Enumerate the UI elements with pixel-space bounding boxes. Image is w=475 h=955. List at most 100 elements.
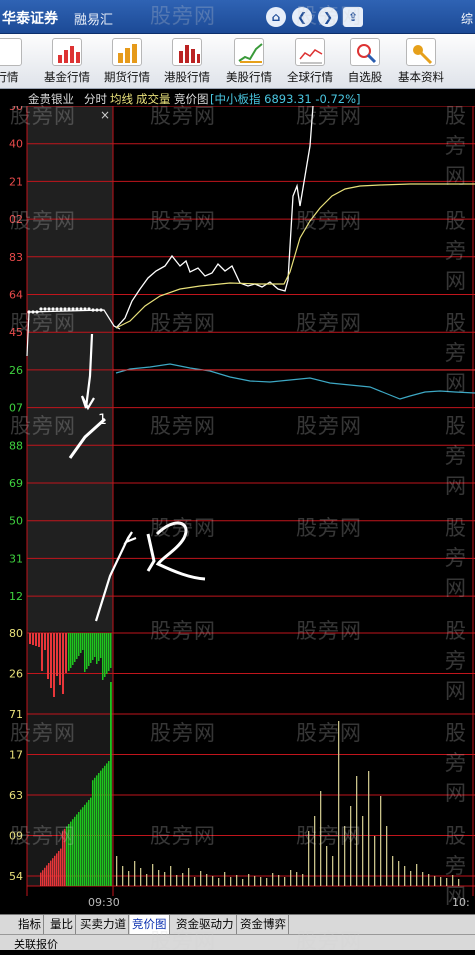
volume-bar — [62, 633, 64, 694]
menu-basic-info[interactable]: 基本资料 — [392, 36, 450, 88]
volume-bar — [98, 773, 100, 886]
upload-icon[interactable]: ⇪ — [343, 7, 363, 27]
volume-bar — [98, 633, 100, 661]
volume-bar — [278, 875, 280, 886]
volume-bar — [248, 874, 250, 886]
volume-bar — [200, 871, 202, 886]
watchlist-icon — [350, 38, 380, 66]
volume-bar — [344, 826, 346, 886]
volume-bar — [42, 870, 44, 886]
volume-bar — [86, 802, 88, 886]
volume-bar — [62, 831, 64, 886]
menu-hk[interactable]: 港股行情 — [158, 36, 216, 88]
tab-indicator[interactable]: 指标 — [16, 915, 44, 934]
volume-bar — [68, 824, 70, 886]
auction-price-point — [43, 307, 47, 311]
volume-bar — [58, 851, 60, 886]
volume-bar — [224, 872, 226, 886]
auction-price-point — [59, 307, 63, 311]
volume-bar — [65, 633, 67, 673]
tab-fund-game[interactable]: 资金博弈 — [238, 915, 289, 934]
home-icon[interactable]: ⌂ — [266, 7, 286, 27]
auction-price-point — [47, 307, 51, 311]
volume-bar — [326, 846, 328, 886]
volume-bar — [50, 633, 52, 688]
price-tick-label: 02 — [9, 213, 23, 226]
volume-bar — [52, 858, 54, 886]
volume-bar — [104, 765, 106, 886]
volume-bar — [314, 816, 316, 886]
time-label: 10: — [452, 896, 470, 909]
volume-bar — [440, 877, 442, 886]
volume-bar — [404, 866, 406, 886]
auction-price-point — [51, 307, 55, 311]
price-tick-label: 50 — [9, 515, 23, 528]
volume-bar — [350, 806, 352, 886]
volume-bar — [72, 819, 74, 886]
volume-bar — [182, 873, 184, 886]
close-icon[interactable]: × — [100, 108, 110, 122]
volume-bar — [194, 877, 196, 886]
tab-auction[interactable]: 竞价图 — [130, 915, 170, 934]
avg-line — [115, 183, 475, 329]
menu-label: 期货行情 — [104, 70, 150, 84]
tab-volume-ratio[interactable]: 量比 — [48, 915, 76, 934]
volume-bar — [434, 876, 436, 886]
volume-bar — [110, 682, 112, 886]
menu-watchlist[interactable]: 自选股 — [336, 36, 394, 88]
menu-fund[interactable]: 基金行情 — [38, 36, 96, 88]
menu-label: 基本资料 — [398, 70, 444, 84]
forward-icon[interactable]: ❯ — [318, 7, 338, 27]
menu-label: 基金行情 — [44, 70, 90, 84]
volume-bar — [88, 633, 90, 666]
menu-us[interactable]: 美股行情 — [220, 36, 278, 88]
chart-title-bar: 金贵银业 分时 均线 成交量 竞价图 [中小板指 6893.31 -0.72%] — [0, 89, 475, 106]
menu-bar: 行情 基金行情 期货行情 港股行情 美股行情 全球行情 自选股 基本资料 — [0, 34, 475, 89]
volume-bar — [102, 633, 104, 680]
volume-bar — [80, 633, 82, 653]
volume-bar — [70, 633, 72, 668]
volume-bar — [106, 633, 108, 674]
ratio-line — [115, 363, 475, 400]
volume-bar — [82, 807, 84, 886]
volume-bar — [254, 876, 256, 886]
tab-fund-drive[interactable]: 资金驱动力 — [174, 915, 237, 934]
price-tick-label: 12 — [9, 590, 23, 603]
volume-bar — [188, 868, 190, 886]
volume-bar — [78, 633, 80, 656]
volume-bar — [296, 872, 298, 886]
stock-name: 金贵银业 — [28, 92, 74, 106]
annotation-label: 1 — [98, 412, 107, 428]
volume-bar — [116, 856, 118, 886]
menu-futures[interactable]: 期货行情 — [98, 36, 156, 88]
volume-bar — [56, 853, 58, 886]
menu-label: 美股行情 — [226, 70, 272, 84]
menu-global[interactable]: 全球行情 — [281, 36, 339, 88]
intraday-chart[interactable]: 50 40 21 02 83 64 45 26 07 88 69 50 31 12 80 26 71 17 63 09… — [0, 106, 475, 914]
volume-bar — [70, 821, 72, 886]
price-tick-label: 26 — [9, 364, 23, 377]
volume-bar — [59, 633, 61, 685]
volume-bar — [386, 826, 388, 886]
volume-bar — [368, 771, 370, 886]
tab-buy-sell-force[interactable]: 买卖力道 — [78, 915, 129, 934]
volume-bar — [29, 633, 31, 644]
volume-bar — [96, 775, 98, 886]
volume-tick-label: 80 — [9, 627, 23, 640]
volume-bar — [290, 870, 292, 886]
avg-line-label: 均线 — [110, 92, 133, 106]
volume-bar — [158, 870, 160, 886]
price-tick-label: 50 — [9, 106, 23, 113]
volume-bar — [206, 874, 208, 886]
volume-bar — [88, 800, 90, 886]
mode-label[interactable]: 分时 — [84, 91, 107, 107]
menu-market[interactable]: 行情 — [0, 36, 36, 88]
volume-bar — [398, 861, 400, 886]
volume-tick-label: 26 — [9, 668, 23, 681]
chart-grid — [26, 106, 475, 896]
index-info: [中小板指 6893.31 -0.72%] — [210, 92, 361, 106]
volume-bar — [416, 864, 418, 886]
volume-bar — [110, 633, 112, 668]
volume-bar — [104, 633, 106, 677]
back-icon[interactable]: ❮ — [292, 7, 312, 27]
